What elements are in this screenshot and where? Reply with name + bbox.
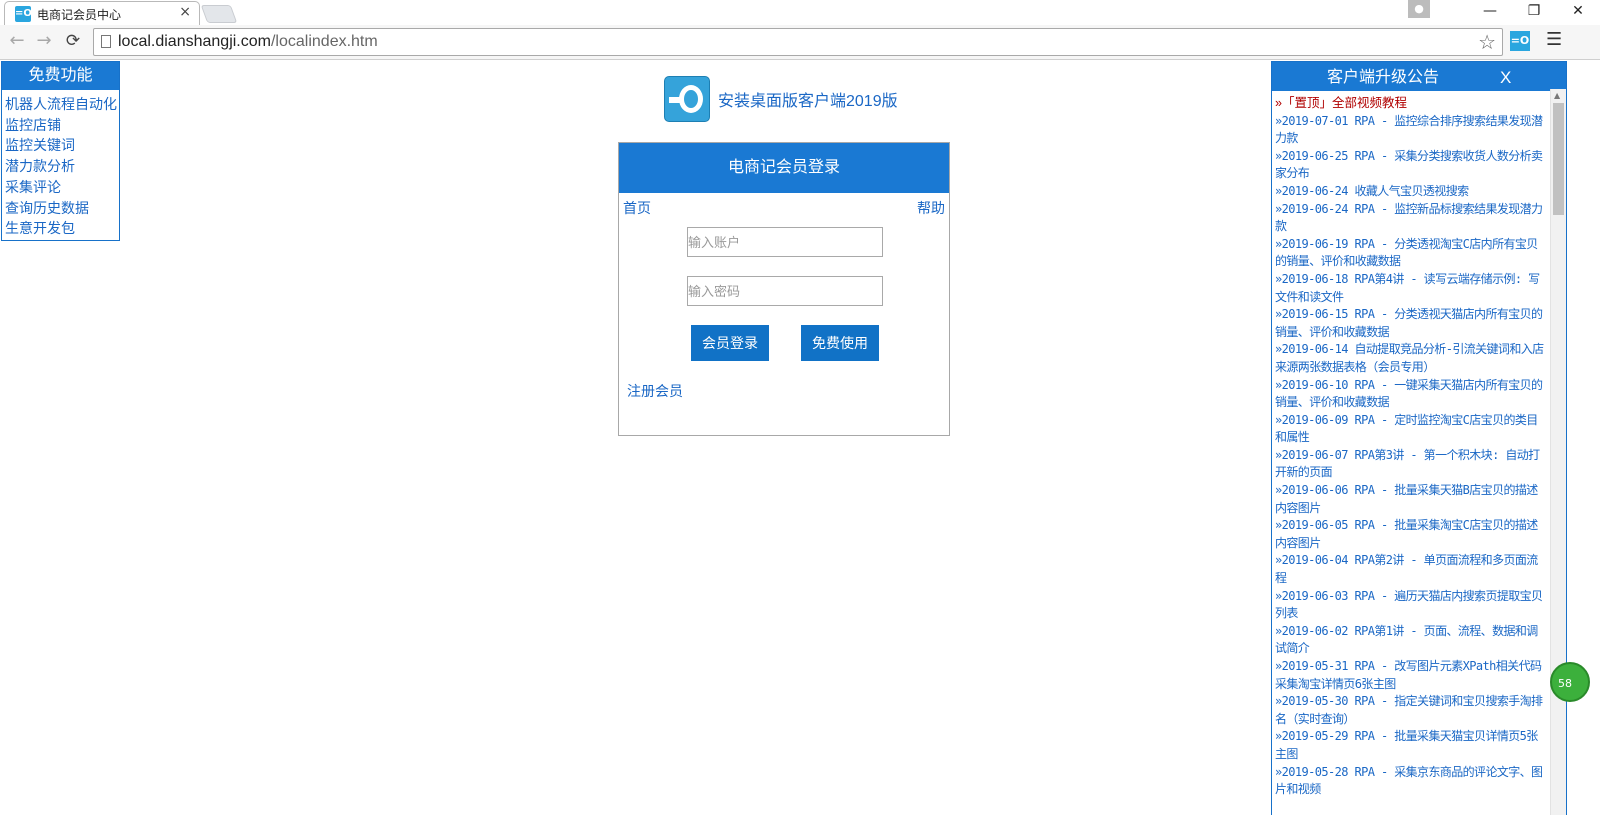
bookmark-star-icon[interactable]: ☆ bbox=[1478, 30, 1496, 54]
browser-tab[interactable]: =O 电商记会员中心 × bbox=[4, 1, 200, 25]
feature-link-monitor-shop[interactable]: 监控店铺 bbox=[5, 115, 119, 136]
scrollbar-thumb[interactable] bbox=[1553, 103, 1564, 215]
announcement-item[interactable]: »2019-06-18 RPA第4讲 - 读写云端存储示例: 写文件和读文件 bbox=[1275, 271, 1545, 306]
announcement-item[interactable]: »2019-06-04 RPA第2讲 - 单页面流程和多页面流程 bbox=[1275, 552, 1545, 587]
announcement-list: »「置顶」全部视频教程 »2019-07-01 RPA - 监控综合排序搜索结果… bbox=[1275, 95, 1545, 799]
login-title: 电商记会员登录 bbox=[619, 143, 949, 193]
url-host: local.dianshangji.com bbox=[118, 33, 271, 50]
tab-title: 电商记会员中心 bbox=[37, 8, 122, 22]
announcement-item[interactable]: »2019-05-31 RPA - 改写图片元素XPath相关代码采集淘宝详情页… bbox=[1275, 658, 1545, 693]
free-features-list: 机器人流程自动化 监控店铺 监控关键词 潜力款分析 采集评论 查询历史数据 生意… bbox=[2, 94, 119, 239]
member-login-button[interactable]: 会员登录 bbox=[691, 325, 769, 361]
announcement-item[interactable]: »2019-06-10 RPA - 一键采集天猫店内所有宝贝的销量、评价和收藏数… bbox=[1275, 377, 1545, 412]
window-close-button[interactable]: ✕ bbox=[1556, 0, 1600, 22]
feature-link-business-pack[interactable]: 生意开发包 bbox=[5, 218, 119, 239]
announcement-item[interactable]: »2019-06-24 RPA - 监控新品标搜索结果发现潜力款 bbox=[1275, 201, 1545, 236]
page-icon bbox=[101, 35, 111, 48]
free-use-button[interactable]: 免费使用 bbox=[801, 325, 879, 361]
announcement-item[interactable]: »2019-06-14 自动提取竞品分析-引流关键词和入店来源两张数据表格（会员… bbox=[1275, 341, 1545, 376]
logo-bar bbox=[669, 96, 683, 103]
feature-link-history-data[interactable]: 查询历史数据 bbox=[5, 198, 119, 219]
window-controls: ● — ❐ ✕ bbox=[1408, 0, 1600, 24]
announcement-item[interactable]: »2019-06-15 RPA - 分类透视天猫店内所有宝贝的销量、评价和收藏数… bbox=[1275, 306, 1545, 341]
browser-titlebar: =O 电商记会员中心 × ● — ❐ ✕ bbox=[0, 0, 1600, 25]
announcement-scrollbar[interactable]: ▲ bbox=[1550, 89, 1566, 815]
announcement-close-icon[interactable]: X bbox=[1500, 62, 1511, 93]
announcement-item[interactable]: »2019-06-25 RPA - 采集分类搜索收货人数分析卖家分布 bbox=[1275, 148, 1545, 183]
site-favicon-icon: =O bbox=[15, 6, 32, 22]
announcement-item[interactable]: »2019-06-09 RPA - 定时监控淘宝C店宝贝的类目和属性 bbox=[1275, 412, 1545, 447]
extension-icon[interactable]: =O bbox=[1510, 31, 1530, 51]
scroll-up-icon[interactable]: ▲ bbox=[1554, 91, 1560, 100]
floating-badge[interactable]: 58 bbox=[1550, 662, 1590, 702]
browser-menu-icon[interactable]: ☰ bbox=[1546, 29, 1562, 50]
restore-button[interactable]: ❐ bbox=[1512, 0, 1556, 22]
browser-toolbar: ← → ⟳ local.dianshangji.com/localindex.h… bbox=[0, 25, 1600, 60]
announcement-item[interactable]: »2019-07-01 RPA - 监控综合排序搜索结果发现潜力款 bbox=[1275, 113, 1545, 148]
app-logo-icon bbox=[664, 75, 710, 122]
free-features-panel: 免费功能 机器人流程自动化 监控店铺 监控关键词 潜力款分析 采集评论 查询历史… bbox=[1, 61, 120, 241]
feature-link-monitor-keyword[interactable]: 监控关键词 bbox=[5, 135, 119, 156]
account-input[interactable] bbox=[687, 227, 883, 257]
announcement-header: 客户端升级公告 X bbox=[1272, 62, 1566, 91]
profile-avatar-icon[interactable]: ● bbox=[1408, 0, 1430, 18]
help-link[interactable]: 帮助 bbox=[917, 198, 945, 218]
url-path: /localindex.htm bbox=[270, 33, 378, 50]
register-link[interactable]: 注册会员 bbox=[627, 381, 683, 401]
forward-arrow-icon[interactable]: → bbox=[33, 30, 55, 52]
new-tab-button[interactable] bbox=[200, 5, 238, 23]
announcement-item[interactable]: »2019-06-24 收藏人气宝贝透视搜索 bbox=[1275, 183, 1545, 201]
pinned-item[interactable]: »「置顶」全部视频教程 bbox=[1275, 95, 1545, 113]
free-features-title: 免费功能 bbox=[2, 62, 119, 90]
address-bar[interactable]: local.dianshangji.com/localindex.htm ☆ bbox=[93, 28, 1503, 56]
install-client-text: 安装桌面版客户端2019版 bbox=[718, 92, 898, 110]
feature-link-potential-analysis[interactable]: 潜力款分析 bbox=[5, 156, 119, 177]
announcement-item[interactable]: »2019-06-05 RPA - 批量采集淘宝C店宝贝的描述内容图片 bbox=[1275, 517, 1545, 552]
feature-link-rpa[interactable]: 机器人流程自动化 bbox=[5, 94, 119, 115]
reload-icon[interactable]: ⟳ bbox=[62, 30, 84, 52]
announcement-item[interactable]: »2019-06-03 RPA - 遍历天猫店内搜索页提取宝贝列表 bbox=[1275, 588, 1545, 623]
login-panel: 电商记会员登录 首页 帮助 会员登录 免费使用 注册会员 bbox=[618, 142, 950, 436]
url-text: local.dianshangji.com/localindex.htm bbox=[118, 33, 378, 51]
feature-link-collect-reviews[interactable]: 采集评论 bbox=[5, 177, 119, 198]
announcement-title: 客户端升级公告 bbox=[1327, 69, 1440, 86]
back-arrow-icon[interactable]: ← bbox=[6, 30, 28, 52]
announcement-item[interactable]: »2019-06-19 RPA - 分类透视淘宝C店内所有宝贝的销量、评价和收藏… bbox=[1275, 236, 1545, 271]
password-input[interactable] bbox=[687, 276, 883, 306]
home-link[interactable]: 首页 bbox=[623, 198, 651, 218]
announcement-item[interactable]: »2019-05-30 RPA - 指定关键词和宝贝搜索手淘排名（实时查询） bbox=[1275, 693, 1545, 728]
announcement-item[interactable]: »2019-06-06 RPA - 批量采集天猫B店宝贝的描述内容图片 bbox=[1275, 482, 1545, 517]
announcement-item[interactable]: »2019-05-29 RPA - 批量采集天猫宝贝详情页5张主图 bbox=[1275, 728, 1545, 763]
announcement-panel: 客户端升级公告 X »「置顶」全部视频教程 »2019-07-01 RPA - … bbox=[1271, 61, 1567, 815]
install-client-link[interactable]: 安装桌面版客户端2019版 bbox=[664, 75, 898, 122]
minimize-button[interactable]: — bbox=[1468, 0, 1512, 22]
announcement-item[interactable]: »2019-06-07 RPA第3讲 - 第一个积木块: 自动打开新的页面 bbox=[1275, 447, 1545, 482]
close-tab-icon[interactable]: × bbox=[179, 4, 191, 20]
announcement-item[interactable]: »2019-06-02 RPA第1讲 - 页面、流程、数据和调试简介 bbox=[1275, 623, 1545, 658]
announcement-item[interactable]: »2019-05-28 RPA - 采集京东商品的评论文字、图片和视频 bbox=[1275, 764, 1545, 799]
